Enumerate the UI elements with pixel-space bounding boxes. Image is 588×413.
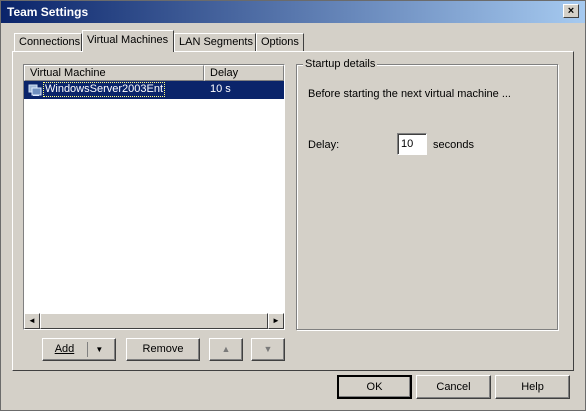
vm-delay: 10 s [210,83,231,95]
ok-button-label: OK [366,381,383,393]
help-button-label: Help [521,381,544,393]
tab-connections[interactable]: Connections [14,33,82,51]
startup-details-title: Startup details [303,58,378,70]
startup-details-group [296,64,558,330]
cancel-button-label: Cancel [436,381,471,393]
list-item[interactable]: WindowsServer2003Ent 10 s [24,81,284,99]
tab-virtual-machines[interactable]: Virtual Machines [82,30,174,52]
startup-description: Before starting the next virtual machine… [308,88,511,100]
column-header-delay[interactable]: Delay [204,65,284,81]
delay-input[interactable] [397,133,427,155]
scroll-left-button[interactable]: ◄ [24,313,40,329]
cancel-button[interactable]: Cancel [416,375,491,399]
window-title: Team Settings [7,5,89,19]
remove-button-label: Remove [142,343,184,355]
arrow-up-icon: ▲ [221,344,231,354]
ok-button[interactable]: OK [337,375,412,399]
vm-list[interactable]: Virtual Machine Delay WindowsServer2003E… [23,64,285,330]
arrow-down-icon: ▼ [263,344,273,354]
horizontal-scrollbar[interactable]: ◄ ► [24,313,284,329]
title-bar[interactable]: Team Settings × [1,1,585,23]
scroll-thumb[interactable] [40,313,268,329]
tab-options[interactable]: Options [256,33,304,51]
close-button[interactable]: × [563,4,579,18]
move-down-button[interactable]: ▼ [251,338,285,361]
column-header-virtual-machine[interactable]: Virtual Machine [24,65,204,81]
remove-button[interactable]: Remove [126,338,200,361]
virtual-machine-icon [28,83,42,97]
vm-name: WindowsServer2003Ent [42,82,166,97]
delay-label: Delay: [308,139,340,151]
add-button-divider [87,341,89,357]
add-button-label: Add [54,343,75,355]
scroll-right-button[interactable]: ► [268,313,284,329]
help-button[interactable]: Help [495,375,570,399]
add-button[interactable]: Add ▼ [42,338,116,361]
tab-lan-segments[interactable]: LAN Segments [174,33,256,51]
dropdown-arrow-icon: ▼ [95,345,104,354]
move-up-button[interactable]: ▲ [209,338,243,361]
seconds-label: seconds [433,139,474,151]
